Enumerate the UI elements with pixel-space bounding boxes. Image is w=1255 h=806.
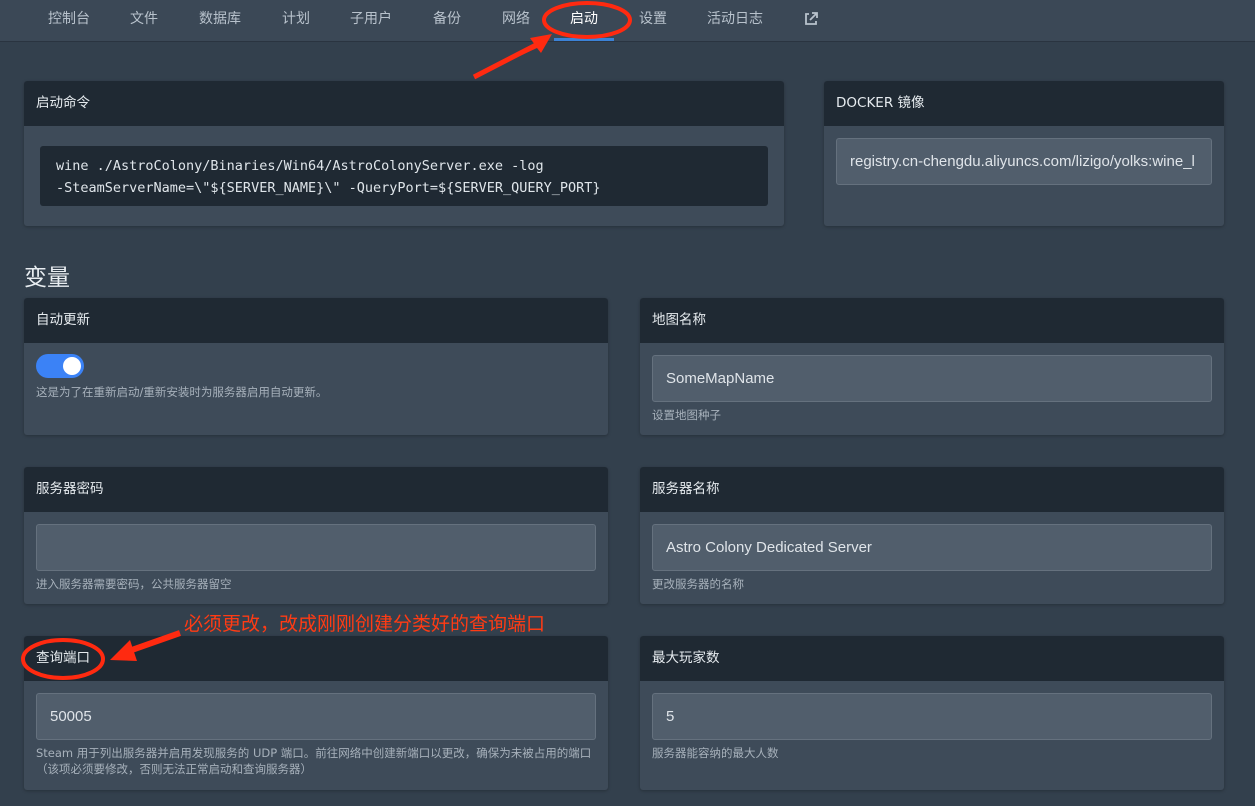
docker-image-title: DOCKER 镜像 [824, 81, 1224, 126]
server-name-title: 服务器名称 [640, 467, 1224, 512]
server-password-title: 服务器密码 [24, 467, 608, 512]
max-players-help: 服务器能容纳的最大人数 [652, 746, 779, 760]
tab-network[interactable]: 网络 [502, 0, 530, 42]
tab-backups[interactable]: 备份 [433, 0, 461, 42]
server-password-help: 进入服务器需要密码，公共服务器留空 [36, 577, 232, 591]
tab-console[interactable]: 控制台 [48, 0, 90, 42]
tab-activity-log[interactable]: 活动日志 [707, 0, 763, 42]
query-port-title: 查询端口 [24, 636, 608, 681]
docker-image-select[interactable]: registry.cn-chengdu.aliyuncs.com/lizigo/… [836, 138, 1212, 185]
server-name-help: 更改服务器的名称 [652, 577, 744, 591]
startup-command-box: wine ./AstroColony/Binaries/Win64/AstroC… [40, 146, 768, 206]
annotation-text: 必须更改，改成刚刚创建分类好的查询端口 [184, 613, 546, 635]
server-name-panel: 服务器名称 Astro Colony Dedicated Server 更改服务… [640, 467, 1224, 604]
startup-command-panel: 启动命令 wine ./AstroColony/Binaries/Win64/A… [24, 81, 784, 226]
toggle-knob [63, 357, 81, 375]
server-password-panel: 服务器密码 进入服务器需要密码，公共服务器留空 [24, 467, 608, 604]
docker-image-panel: DOCKER 镜像 registry.cn-chengdu.aliyuncs.c… [824, 81, 1224, 226]
auto-update-toggle[interactable] [36, 354, 84, 378]
auto-update-panel: 自动更新 这是为了在重新启动/重新安装时为服务器启用自动更新。 [24, 298, 608, 435]
external-link-icon[interactable] [803, 11, 819, 27]
active-tab-indicator [554, 38, 614, 41]
tab-subusers[interactable]: 子用户 [350, 0, 392, 42]
server-password-input[interactable] [36, 524, 596, 571]
startup-command-line-1: wine ./AstroColony/Binaries/Win64/AstroC… [56, 158, 544, 174]
query-port-help: Steam 用于列出服务器并启用发现服务的 UDP 端口。前往网络中创建新端口以… [36, 746, 592, 776]
variables-title: 变量 [24, 265, 70, 291]
server-name-input[interactable]: Astro Colony Dedicated Server [652, 524, 1212, 571]
map-name-panel: 地图名称 SomeMapName 设置地图种子 [640, 298, 1224, 435]
top-navigation: 控制台 文件 数据库 计划 子用户 备份 网络 启动 设置 活动日志 [0, 0, 1255, 42]
max-players-input[interactable]: 5 [652, 693, 1212, 740]
map-name-input[interactable]: SomeMapName [652, 355, 1212, 402]
startup-command-title: 启动命令 [24, 81, 784, 126]
startup-command-line-2: -SteamServerName=\"${SERVER_NAME}\" -Que… [56, 180, 601, 196]
map-name-title: 地图名称 [640, 298, 1224, 343]
tab-startup[interactable]: 启动 [570, 0, 598, 42]
tab-files[interactable]: 文件 [130, 0, 158, 42]
tab-settings[interactable]: 设置 [639, 0, 667, 42]
auto-update-title: 自动更新 [24, 298, 608, 343]
tab-databases[interactable]: 数据库 [199, 0, 241, 42]
query-port-panel: 查询端口 50005 Steam 用于列出服务器并启用发现服务的 UDP 端口。… [24, 636, 608, 790]
query-port-input[interactable]: 50005 [36, 693, 596, 740]
max-players-title: 最大玩家数 [640, 636, 1224, 681]
tab-schedules[interactable]: 计划 [282, 0, 310, 42]
map-name-help: 设置地图种子 [652, 408, 721, 422]
auto-update-help: 这是为了在重新启动/重新安装时为服务器启用自动更新。 [36, 385, 328, 399]
max-players-panel: 最大玩家数 5 服务器能容纳的最大人数 [640, 636, 1224, 790]
